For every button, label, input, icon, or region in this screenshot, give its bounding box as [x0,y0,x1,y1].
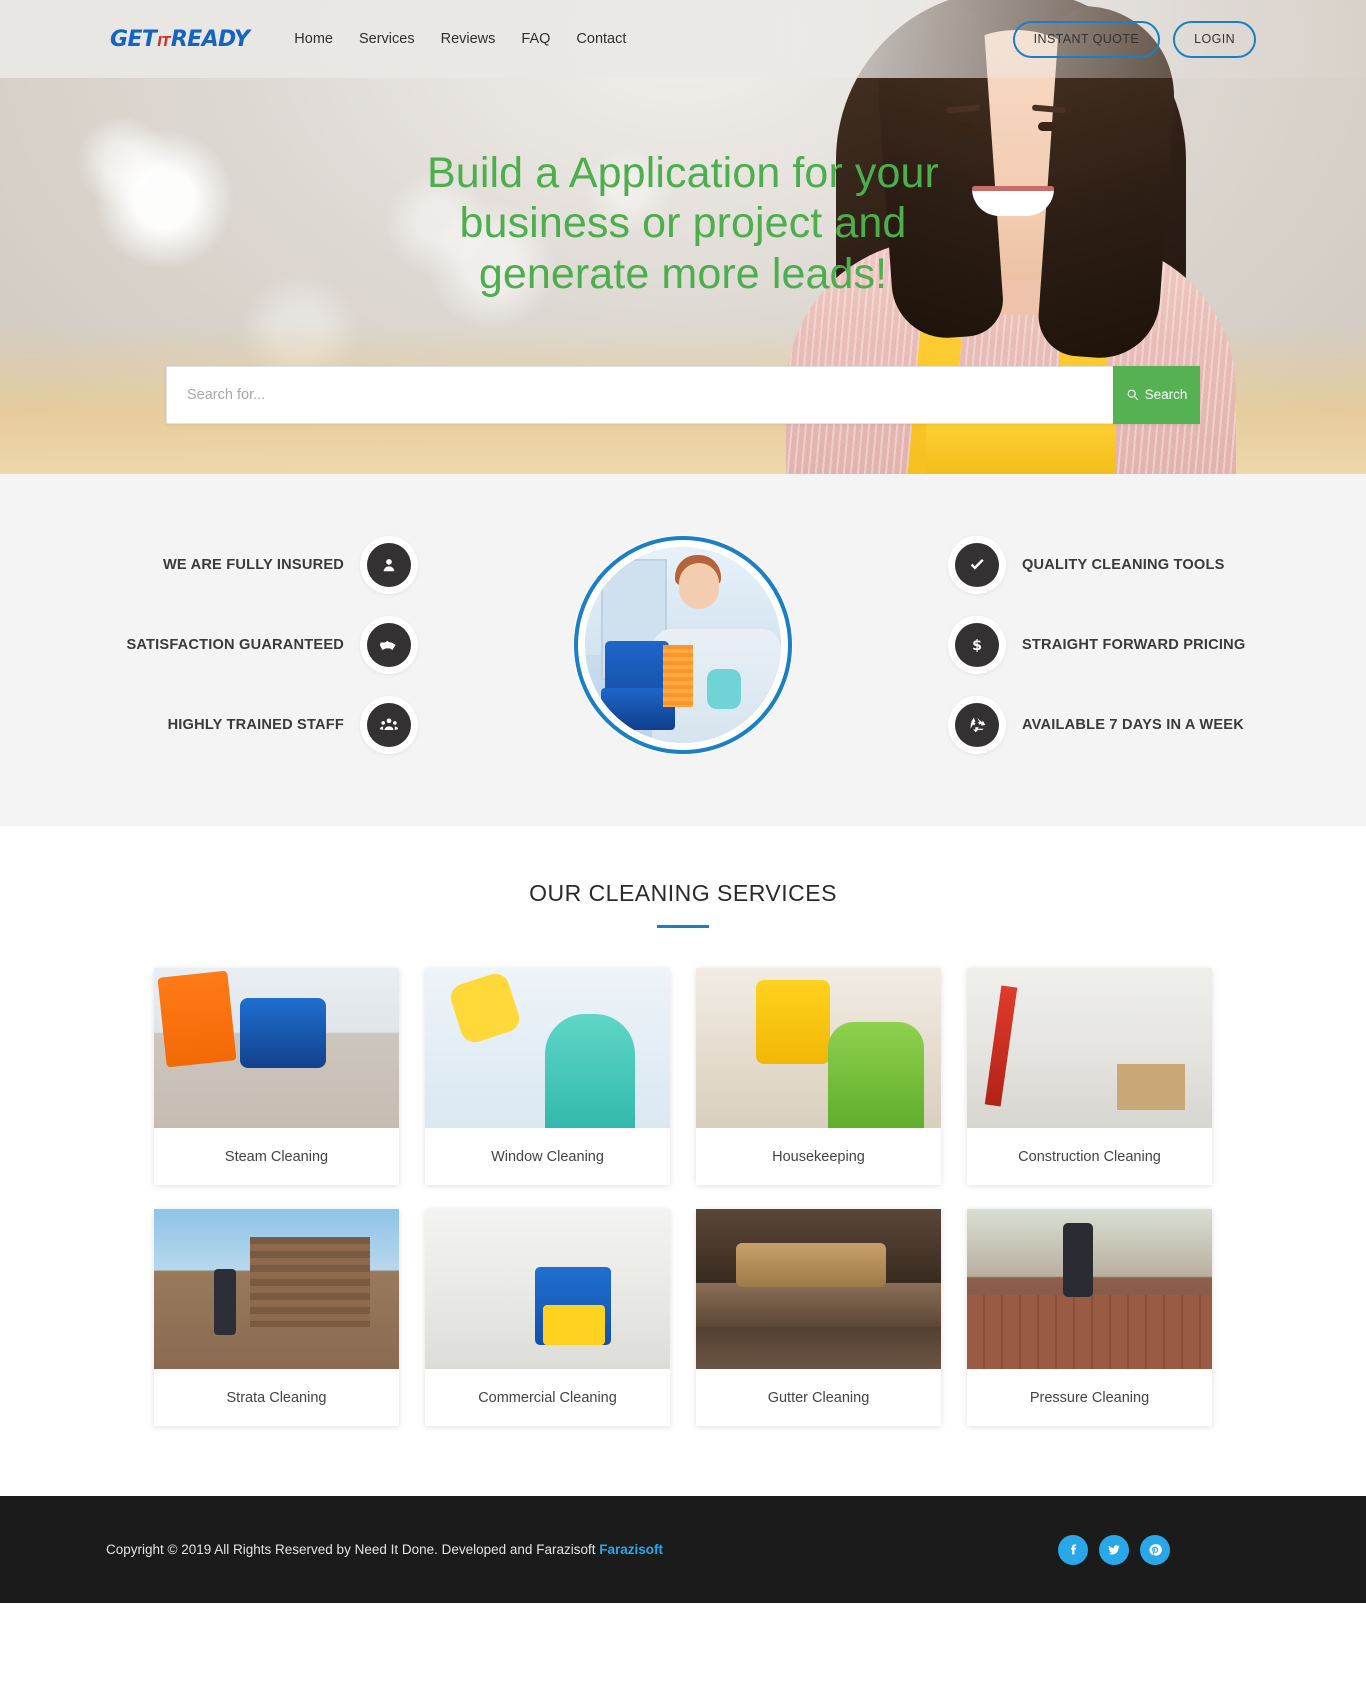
services-section: OUR CLEANING SERVICES Steam Cleaning Win… [0,826,1366,1496]
user-circle-icon [360,536,418,594]
service-card-window-cleaning[interactable]: Window Cleaning [425,968,670,1185]
feature-label: STRAIGHT FORWARD PRICING [1022,637,1246,653]
instant-quote-button[interactable]: INSTANT QUOTE [1012,20,1161,58]
service-thumbnail [154,1209,399,1369]
feature-label: SATISFACTION GUARANTEED [126,637,344,653]
logo-part-get: GET [110,26,157,52]
hero-section: Build a Application for your business or… [0,0,1366,474]
footer-brand-link[interactable]: Farazisoft [599,1542,663,1557]
check-icon [948,536,1006,594]
twitter-link[interactable] [1099,1534,1129,1565]
feature-label: QUALITY CLEANING TOOLS [1022,557,1225,573]
service-card-gutter-cleaning[interactable]: Gutter Cleaning [696,1209,941,1426]
search-input[interactable] [166,365,1113,424]
logo-part-it: IT [157,34,170,50]
facebook-link[interactable] [1058,1534,1088,1565]
services-title: OUR CLEANING SERVICES [529,880,837,906]
service-card-label: Construction Cleaning [1018,1148,1161,1165]
features-right-column: QUALITY CLEANING TOOLS $ STRAIGHT FORWAR… [948,536,1258,754]
feature-item-highly-trained-staff: HIGHLY TRAINED STAFF [108,696,418,754]
features-section: WE ARE FULLY INSURED SATISFACTION GUARAN… [0,474,1366,826]
footer-copyright: Copyright © 2019 All Rights Reserved by … [106,1542,663,1557]
service-card-label: Steam Cleaning [224,1148,329,1165]
service-card-commercial-cleaning[interactable]: Commercial Cleaning [425,1209,670,1426]
logo-part-ready: READY [170,26,250,52]
handshake-icon [360,616,418,674]
pinterest-link[interactable] [1140,1534,1170,1565]
nav-item-home[interactable]: Home [294,31,333,47]
service-thumbnail [425,1209,670,1369]
service-thumbnail [696,968,941,1128]
site-footer: Copyright © 2019 All Rights Reserved by … [0,1496,1366,1603]
service-card-pressure-cleaning[interactable]: Pressure Cleaning [967,1209,1212,1426]
feature-item-satisfaction-guaranteed: SATISFACTION GUARANTEED [108,616,418,674]
site-logo[interactable]: GET IT READY [110,26,250,52]
service-card-label: Strata Cleaning [226,1389,327,1406]
feature-label: HIGHLY TRAINED STAFF [167,717,344,733]
service-card-label: Gutter Cleaning [767,1389,870,1406]
service-card-label: Commercial Cleaning [478,1389,617,1406]
nav-item-reviews[interactable]: Reviews [441,31,496,47]
footer-copyright-text: Copyright © 2019 All Rights Reserved by … [106,1542,600,1557]
feature-item-available-7-days: AVAILABLE 7 DAYS IN A WEEK [948,696,1258,754]
facebook-icon [1071,1544,1077,1554]
nav-item-faq[interactable]: FAQ [521,31,550,47]
service-card-label: Window Cleaning [491,1148,604,1165]
service-card-housekeeping[interactable]: Housekeeping [696,968,941,1185]
feature-item-straight-forward-pricing: $ STRAIGHT FORWARD PRICING [948,616,1258,674]
service-card-steam-cleaning[interactable]: Steam Cleaning [154,968,399,1185]
service-card-strata-cleaning[interactable]: Strata Cleaning [154,1209,399,1426]
feature-item-quality-cleaning-tools: QUALITY CLEANING TOOLS [948,536,1258,594]
title-underline [657,925,709,928]
nav-item-contact[interactable]: Contact [576,31,626,47]
nav-actions: INSTANT QUOTE LOGIN [1012,20,1256,58]
nav-links: Home Services Reviews FAQ Contact [294,31,626,47]
feature-label: AVAILABLE 7 DAYS IN A WEEK [1022,717,1244,733]
twitter-icon [1108,1544,1120,1555]
feature-label: WE ARE FULLY INSURED [162,557,344,573]
service-thumbnail [967,1209,1212,1369]
page-root: Build a Application for your business or… [0,0,1366,1603]
svg-text:$: $ [972,638,982,654]
features-left-column: WE ARE FULLY INSURED SATISFACTION GUARAN… [108,536,418,754]
hero-search-bar: Search [166,365,1200,424]
login-button[interactable]: LOGIN [1173,20,1256,58]
pinterest-icon [1149,1543,1162,1556]
search-icon [1127,390,1138,401]
feature-item-fully-insured: WE ARE FULLY INSURED [108,536,418,594]
service-card-label: Housekeeping [772,1148,865,1165]
recycle-icon [948,696,1006,754]
service-thumbnail [696,1209,941,1369]
service-card-construction-cleaning[interactable]: Construction Cleaning [967,968,1212,1185]
service-thumbnail [425,968,670,1128]
footer-social-links [1058,1534,1170,1565]
nav-item-services[interactable]: Services [359,31,415,47]
users-group-icon [360,696,418,754]
services-grid: Steam Cleaning Window Cleaning Housekeep… [138,968,1228,1426]
search-button[interactable]: Search [1113,365,1200,424]
center-cleaner-photo [574,536,792,754]
dollar-icon: $ [948,616,1006,674]
service-thumbnail [154,968,399,1128]
top-navbar: GET IT READY Home Services Reviews FAQ Con… [0,0,1366,78]
service-thumbnail [967,968,1212,1128]
service-card-label: Pressure Cleaning [1029,1389,1150,1406]
search-button-label: Search [1144,387,1188,403]
